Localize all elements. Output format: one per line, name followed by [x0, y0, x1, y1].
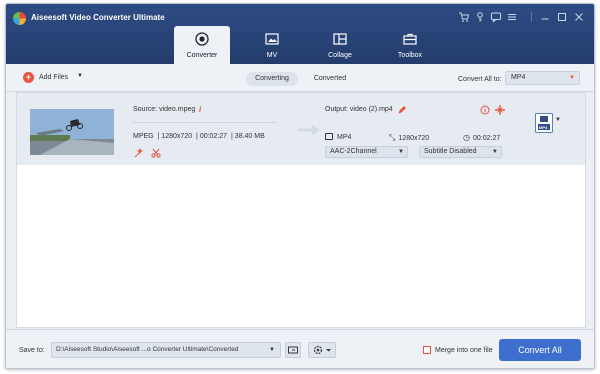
- convert-all-format-select[interactable]: MP4 ▼: [505, 71, 580, 85]
- film-icon: [325, 133, 333, 140]
- chevron-down-icon[interactable]: ▼: [555, 117, 561, 123]
- menu-icon[interactable]: [506, 11, 518, 23]
- collage-icon: [333, 32, 347, 46]
- cut-icon[interactable]: [151, 148, 161, 158]
- audio-track-select[interactable]: AAC-2Channel ▼: [325, 146, 408, 158]
- tab-label: Converter: [186, 52, 218, 59]
- toolbar: + Add Files ▼ Converting Converted Conve…: [6, 64, 594, 92]
- converter-icon: [195, 32, 209, 46]
- maximize-icon[interactable]: [556, 11, 568, 23]
- title-bar: Aiseesoft Video Converter Ultimate Conve: [6, 4, 594, 64]
- tab-collage[interactable]: Collage: [312, 26, 368, 64]
- folder-icon: [288, 346, 298, 354]
- save-path-select[interactable]: D:\Aiseesoft Studio\Aiseesoft ...o Conve…: [51, 342, 281, 358]
- chevron-down-icon: ▼: [492, 149, 498, 155]
- subtitle-value: Subtitle Disabled: [424, 148, 477, 155]
- clock-icon: ◷: [463, 133, 470, 142]
- format-badge-label: MP4: [539, 125, 548, 130]
- chevron-down-icon[interactable]: ▼: [77, 73, 83, 79]
- merge-label[interactable]: Merge into one file: [435, 347, 493, 354]
- tab-converting[interactable]: Converting: [246, 72, 298, 86]
- resize-icon: ⤡: [389, 133, 396, 142]
- convert-all-to-label: Convert All to:: [458, 76, 502, 83]
- save-path-value: D:\Aiseesoft Studio\Aiseesoft ...o Conve…: [56, 346, 239, 353]
- arrow-right-icon: [298, 125, 320, 135]
- edit-effects-icon[interactable]: [134, 147, 144, 158]
- info-circle-icon[interactable]: [480, 105, 490, 115]
- chevron-down-icon: ▼: [398, 149, 404, 155]
- subtitle-select[interactable]: Subtitle Disabled ▼: [419, 146, 502, 158]
- output-format-button[interactable]: MP4: [535, 113, 553, 133]
- source-format: MPEG: [133, 133, 154, 140]
- app-logo-icon: [13, 12, 26, 25]
- file-list: Source: video.mpeg i MPEG | 1280x720 | 0…: [16, 92, 586, 328]
- feedback-icon[interactable]: [490, 11, 502, 23]
- tab-mv[interactable]: MV: [244, 26, 300, 64]
- bottom-bar: Save to: D:\Aiseesoft Studio\Aiseesoft .…: [6, 329, 594, 368]
- file-item[interactable]: Source: video.mpeg i MPEG | 1280x720 | 0…: [17, 93, 585, 165]
- source-metadata: MPEG | 1280x720 | 00:02:27 | 38.40 MB: [133, 133, 265, 140]
- gear-icon: [313, 345, 331, 355]
- source-duration: 00:02:27: [199, 133, 228, 140]
- app-window: Aiseesoft Video Converter Ultimate Conve: [5, 3, 595, 369]
- audio-track-value: AAC-2Channel: [330, 148, 377, 155]
- settings-button[interactable]: [308, 342, 336, 358]
- chevron-down-icon: ▼: [269, 343, 275, 357]
- controls-divider: [531, 12, 532, 22]
- tab-converted[interactable]: Converted: [306, 72, 354, 86]
- info-icon[interactable]: i: [199, 105, 201, 114]
- tab-converter[interactable]: Converter: [174, 26, 230, 64]
- output-duration: ◷ 00:02:27: [463, 133, 501, 142]
- compress-icon[interactable]: [495, 105, 505, 115]
- tab-toolbox[interactable]: Toolbox: [382, 26, 438, 64]
- app-title: Aiseesoft Video Converter Ultimate: [31, 13, 165, 22]
- key-icon[interactable]: [474, 11, 486, 23]
- format-select-value: MP4: [511, 74, 526, 81]
- toolbox-icon: [403, 32, 417, 46]
- tab-label: Collage: [328, 52, 352, 59]
- video-thumbnail[interactable]: [30, 109, 114, 155]
- add-files-label: Add Files: [39, 74, 69, 81]
- minimize-icon[interactable]: [539, 11, 551, 23]
- plus-icon: +: [23, 72, 34, 83]
- output-format: MP4: [325, 133, 351, 141]
- mv-icon: [265, 32, 279, 46]
- source-size: 38.40 MB: [234, 133, 265, 140]
- open-folder-button[interactable]: [285, 342, 301, 358]
- output-filename: Output: video (2).mp4: [325, 106, 393, 113]
- cart-icon[interactable]: [458, 11, 470, 23]
- close-icon[interactable]: [573, 11, 585, 23]
- tab-label: Toolbox: [397, 52, 423, 59]
- chevron-down-icon: ▼: [569, 75, 575, 81]
- save-to-label: Save to:: [19, 347, 45, 354]
- source-filename: Source: video.mpeg: [133, 106, 196, 113]
- convert-all-button[interactable]: Convert All: [499, 339, 581, 361]
- tab-label: MV: [266, 52, 278, 59]
- output-resolution: ⤡ 1280x720: [389, 133, 430, 142]
- source-resolution: 1280x720: [161, 133, 193, 140]
- merge-checkbox[interactable]: [423, 346, 431, 354]
- edit-output-name-icon[interactable]: [397, 105, 407, 115]
- divider: [133, 122, 277, 123]
